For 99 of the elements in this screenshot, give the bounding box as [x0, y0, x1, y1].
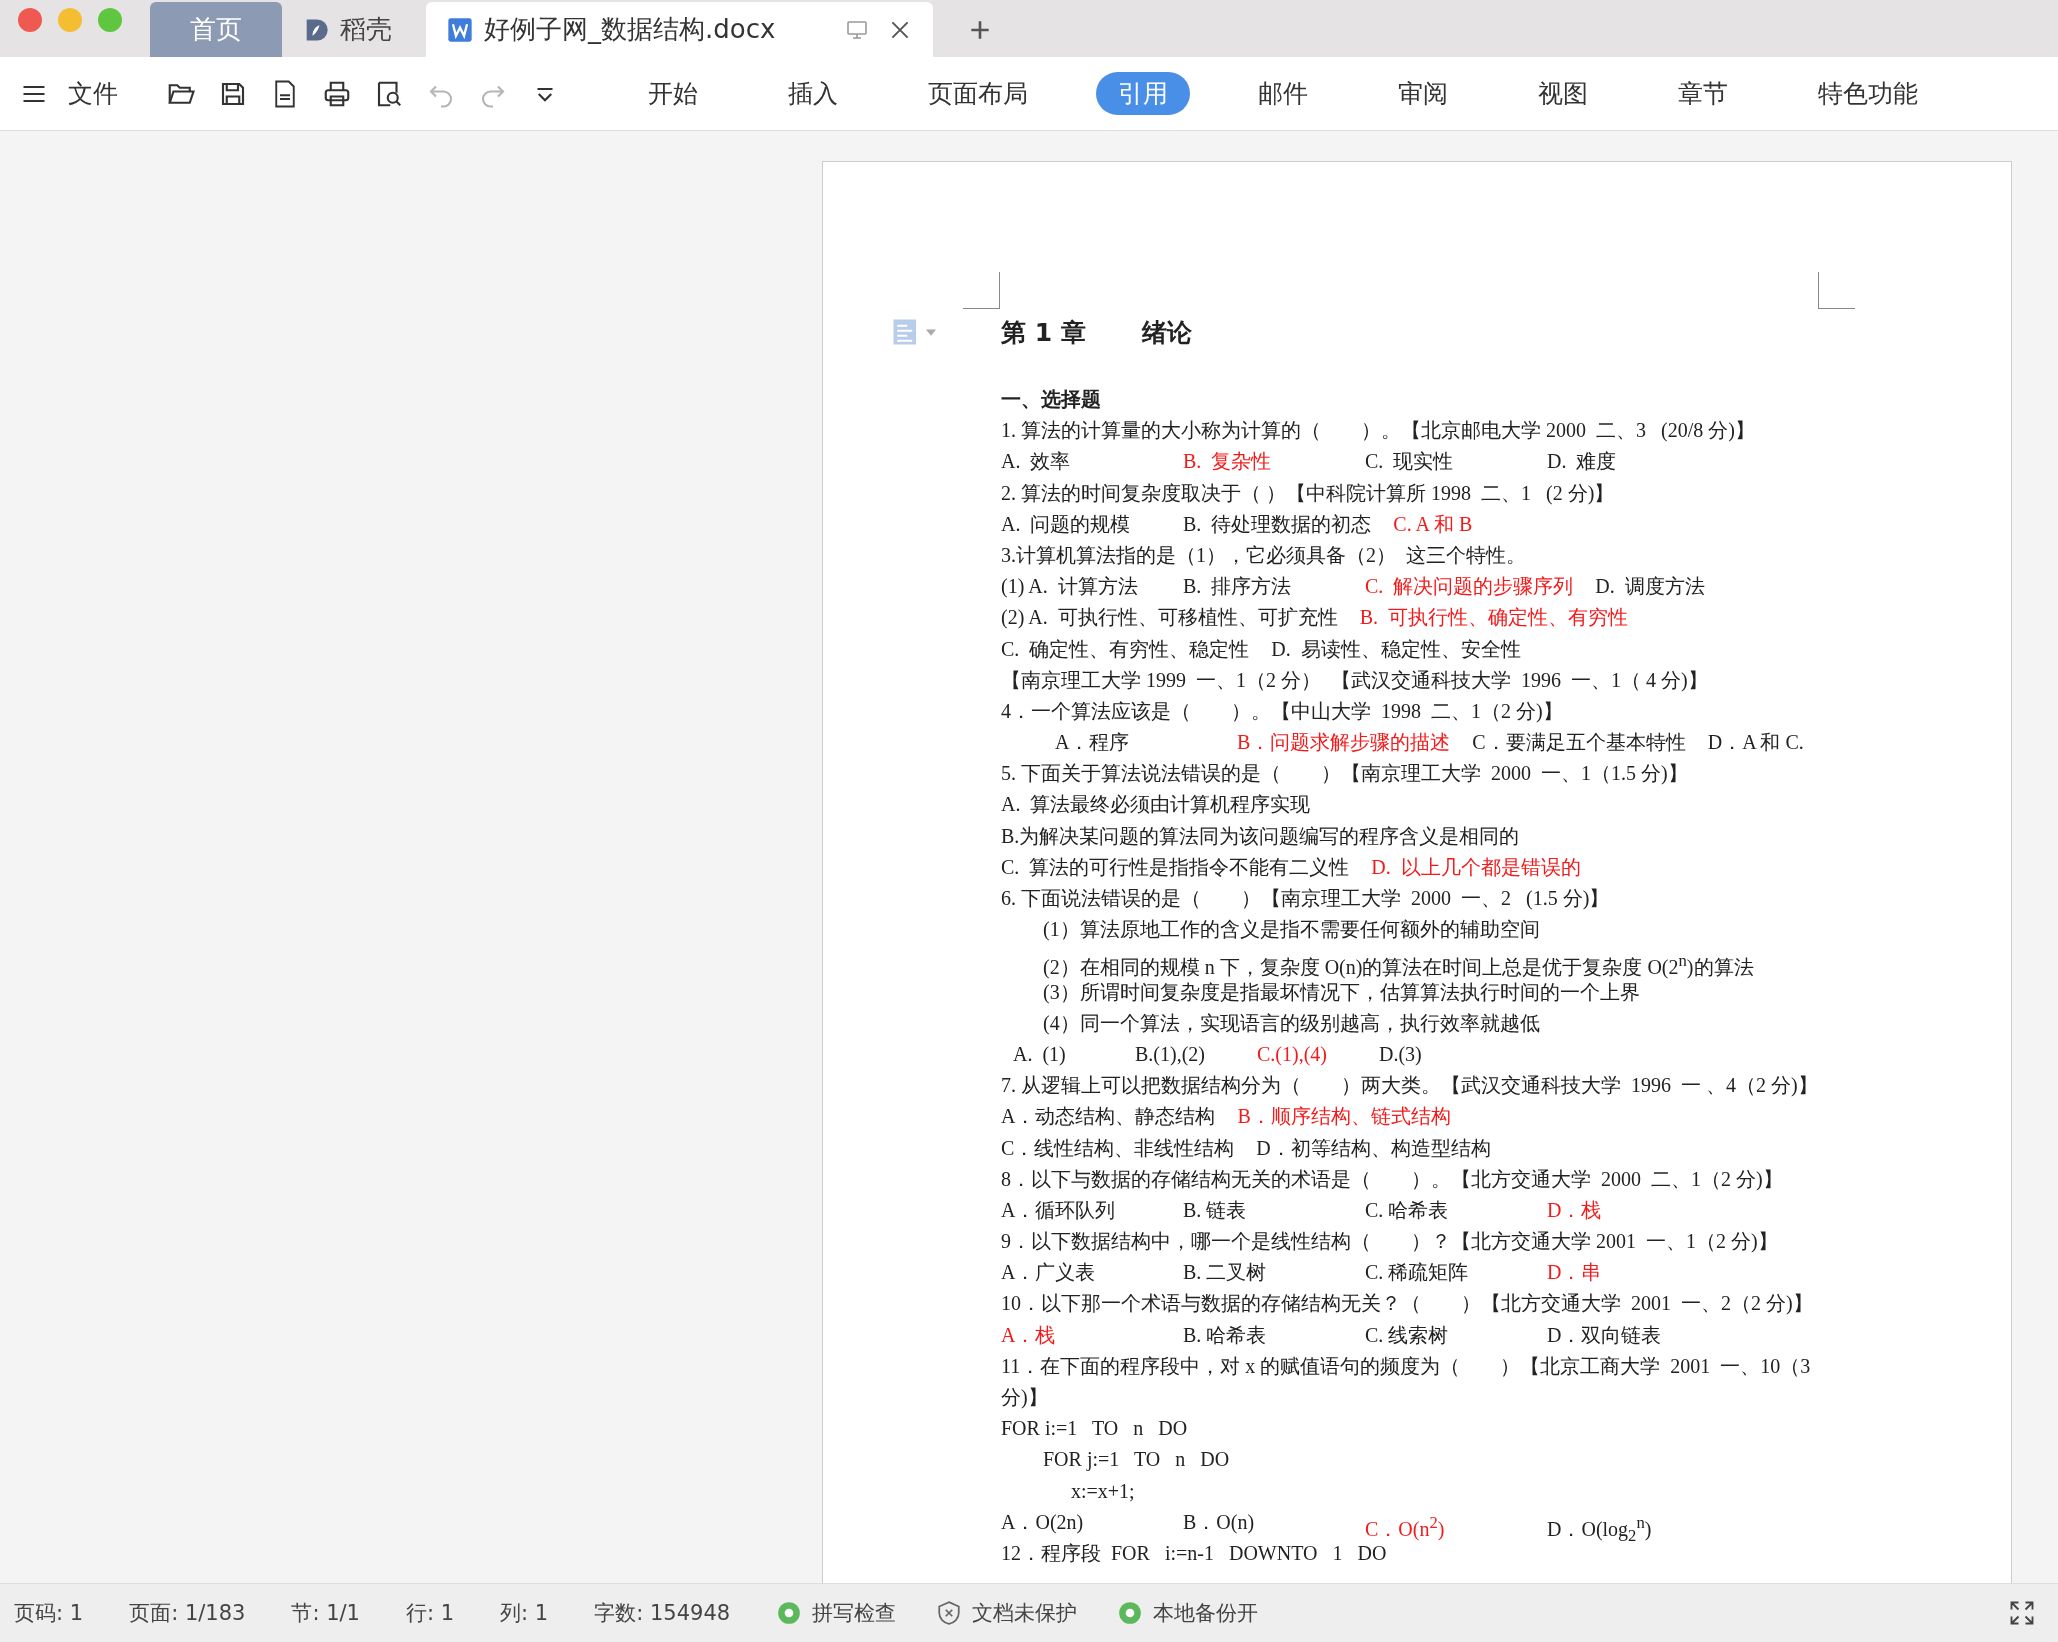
- code-line: FOR j:=1 TO n DO: [1042, 1447, 1231, 1473]
- answer-option: C. 现实性: [1365, 446, 1525, 478]
- text-line: 【南京理工大学 1999 一、1（2 分） 【武汉交通科技大学 1996 一、1（ 4 分)】: [1001, 667, 1709, 693]
- answer-option: D．双向链表: [1547, 1319, 1707, 1351]
- answer-option: C. A 和 B: [1393, 508, 1554, 540]
- status-ok-icon: [1117, 1600, 1144, 1626]
- answer-option: B．问题求解步骤的描述: [1237, 727, 1451, 759]
- text-line: 5. 下面关于算法说法错误的是（ ）【南京理工大学 2000 一、1（1.5 分)】: [1001, 761, 1689, 787]
- document-tab[interactable]: 好例子网_数据结构.docx: [426, 2, 934, 57]
- text-line: B.为解决某问题的算法同为该问题编写的程序含义是相同的: [1001, 823, 1521, 849]
- answer-option: C. 确定性、有穷性、稳定性: [1001, 633, 1250, 665]
- status-item: 页码: 1: [14, 1600, 84, 1627]
- answer-option: C. 解决问题的步骤序列: [1365, 571, 1574, 603]
- answer-option: (1) A. 计算方法: [1001, 571, 1161, 603]
- answer-option: B. 二叉树: [1183, 1257, 1343, 1289]
- text-line: 7. 从逻辑上可以把数据结构分为（ ）两大类。【武汉交通科技大学 1996 一 、4（2 分)】: [1001, 1073, 1819, 1099]
- answer-option: A．程序: [1055, 727, 1215, 759]
- corner-mark: [1818, 272, 1855, 309]
- text-line: 4．一个算法应该是（ ）。【中山大学 1998 二、1（2 分)】: [1001, 698, 1564, 724]
- answer-option: A．广义表: [1001, 1257, 1161, 1289]
- text-line: 11．在下面的程序段中，对 x 的赋值语句的频度为（ ）【北京工商大学 2001 一、10（3: [1001, 1353, 1812, 1379]
- answer-option: C. 哈希表: [1365, 1194, 1525, 1227]
- section-heading: 一、选择题: [1001, 386, 1102, 413]
- ribbon-tab[interactable]: 页面布局: [906, 72, 1050, 115]
- text-line: 6. 下面说法错误的是（ ）【南京理工大学 2000 一、2 (1.5 分)】: [1001, 886, 1611, 912]
- status-ok-icon: [776, 1600, 803, 1626]
- chapter-number: 第 1 章: [1001, 316, 1086, 349]
- ribbon-tab[interactable]: 插入: [766, 72, 860, 115]
- text-line: (1）算法原地工作的含义是指不需要任何额外的辅助空间: [1042, 917, 1541, 943]
- text-line: (3）所谓时间复杂度是指最坏情况下，估算算法执行时间的一个上界: [1042, 979, 1641, 1006]
- status-indicator[interactable]: 本地备份开: [1153, 1599, 1259, 1627]
- answer-option: C. 线索树: [1365, 1319, 1525, 1351]
- status-item: 行: 1: [405, 1600, 455, 1627]
- answer-option: D. 以上几个都是错误的: [1371, 851, 1581, 883]
- answer-option: D．A 和 C.: [1707, 727, 1868, 759]
- answer-option: A. 问题的规模: [1001, 508, 1161, 540]
- answer-option: A．循环队列: [1001, 1194, 1161, 1227]
- answer-option: D. 调度方法: [1595, 571, 1756, 603]
- answer-option: D．串: [1547, 1257, 1707, 1289]
- status-indicator[interactable]: 文档未保护: [972, 1599, 1078, 1627]
- answer-option: C. 稀疏矩阵: [1365, 1257, 1525, 1289]
- answer-option: D.(3): [1379, 1038, 1479, 1071]
- answer-option: A. 效率: [1001, 446, 1161, 478]
- fullscreen-icon[interactable]: [2008, 1599, 2036, 1627]
- answer-option: C.(1),(4): [1257, 1038, 1357, 1071]
- chapter-title: 绪论: [1141, 316, 1192, 349]
- ribbon-tab[interactable]: 审阅: [1376, 72, 1470, 115]
- status-item: 字数: 154948: [594, 1600, 731, 1627]
- answer-option: C．线性结构、非线性结构: [1001, 1132, 1235, 1164]
- answer-option: B. 哈希表: [1183, 1319, 1343, 1351]
- store-tab[interactable]: 稻壳: [284, 2, 422, 57]
- shield-icon: [936, 1600, 963, 1626]
- ribbon-tab[interactable]: 开始: [626, 72, 720, 115]
- answer-option: B.(1),(2): [1135, 1038, 1235, 1071]
- text-line: 10．以下那一个术语与数据的存储结构无关？（ ）【北方交通大学 2001 一、2（2 分)】: [1001, 1291, 1814, 1317]
- ribbon-tab[interactable]: 视图: [1516, 72, 1610, 115]
- ribbon-tab[interactable]: 特色功能: [1796, 72, 1940, 115]
- status-indicator[interactable]: 拼写检查: [812, 1599, 897, 1627]
- answer-option: (2) A. 可执行性、可移植性、可扩充性: [1001, 602, 1338, 634]
- answer-option: B．O(n): [1183, 1506, 1343, 1538]
- file-menu[interactable]: 文件: [68, 77, 118, 110]
- text-line: (2）在相同的规模 n 下，复杂度 O(n)的算法在时间上总是优于复杂度 O(2$^{n}$)的算法: [1042, 950, 1755, 977]
- corner-mark: [963, 272, 1000, 309]
- text-line: 8．以下与数据的存储结构无关的术语是（ ）。【北方交通大学 2000 二、1（2 分)】: [1001, 1166, 1784, 1192]
- text-line: 1. 算法的计算量的大小称为计算的（ ）。【北京邮电大学 2000 二、3 (20/8 分)】: [1001, 418, 1756, 444]
- answer-option: A．O(2n): [1001, 1506, 1161, 1538]
- tab-label: 稻壳: [340, 13, 392, 46]
- tab-label: 好例子网_数据结构.docx: [484, 13, 776, 46]
- answer-option: D．栈: [1547, 1194, 1707, 1227]
- answer-option: B. 链表: [1183, 1194, 1343, 1227]
- answer-option: D. 难度: [1547, 446, 1707, 478]
- ribbon-tab[interactable]: 邮件: [1236, 72, 1330, 115]
- text-line: 3.计算机算法指的是（1），它必须具备（2） 这三个特性。: [1001, 542, 1527, 568]
- code-line: FOR i:=1 TO n DO: [1001, 1416, 1189, 1442]
- answer-option: C．要满足五个基本特性: [1472, 727, 1686, 759]
- word-document-icon: [446, 15, 474, 44]
- text-line: 9．以下数据结构中，哪一个是线性结构（ ）？【北方交通大学 2001 一、1（2 分)】: [1001, 1229, 1779, 1255]
- answer-option: C. 算法的可行性是指指令不能有二义性: [1001, 851, 1350, 883]
- answer-option: B. 可执行性、确定性、有穷性: [1359, 602, 1628, 634]
- answer-option: D．初等结构、构造型结构: [1256, 1132, 1491, 1164]
- close-window-button[interactable]: [18, 7, 42, 32]
- text-line: 12．程序段 FOR i:=n-1 DOWNTO 1 DO: [1001, 1540, 1388, 1566]
- status-item: 列: 1: [500, 1600, 549, 1627]
- text-line: (4）同一个算法，实现语言的级别越高，执行效率就越低: [1042, 1010, 1541, 1037]
- answer-option: B. 待处理数据的初态: [1183, 508, 1372, 540]
- answer-option: B．顺序结构、链式结构: [1237, 1101, 1451, 1133]
- answer-option: A. (1): [1013, 1038, 1113, 1071]
- answer-option: A．栈: [1001, 1319, 1161, 1351]
- status-item: 页面: 1/183: [129, 1600, 246, 1627]
- answer-option: A．动态结构、静态结构: [1001, 1101, 1216, 1133]
- text-line: 分)】: [1001, 1385, 1049, 1410]
- answer-option: D. 易读性、稳定性、安全性: [1271, 633, 1521, 665]
- ribbon-tab[interactable]: 章节: [1656, 72, 1750, 115]
- text-line: 2. 算法的时间复杂度取决于（ ）【中科院计算所 1998 二、1 (2 分)】: [1001, 480, 1616, 507]
- code-line: x:=x+1;: [1070, 1478, 1136, 1504]
- text-line: A. 算法最终必须由计算机程序实现: [1001, 792, 1312, 818]
- answer-option: B. 复杂性: [1183, 446, 1343, 478]
- answer-option: B. 排序方法: [1183, 571, 1343, 603]
- status-item: 节: 1/1: [291, 1600, 360, 1627]
